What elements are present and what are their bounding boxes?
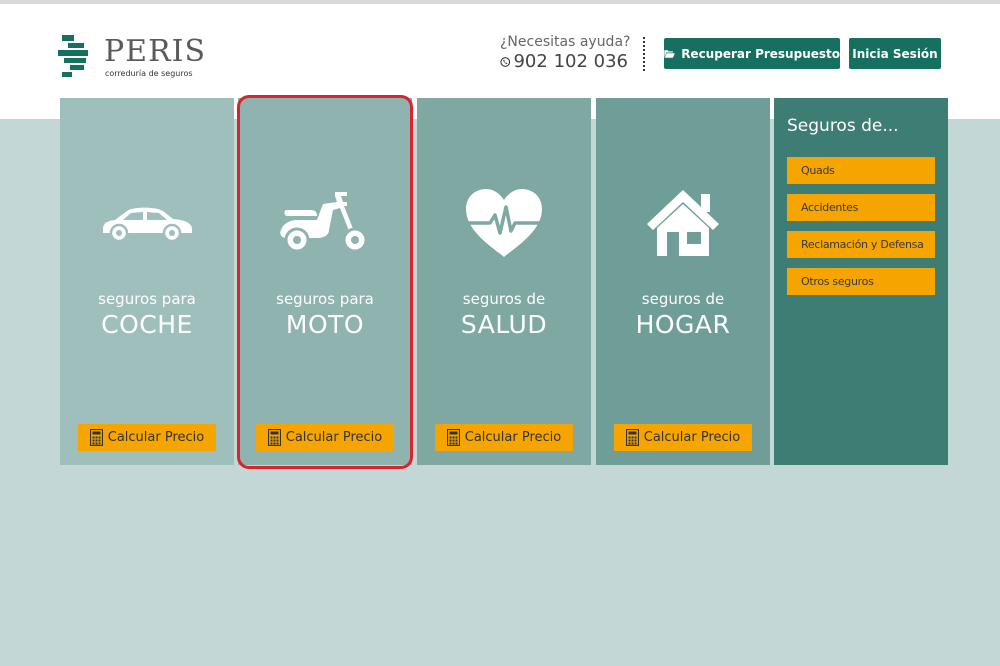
card-hogar-title: HOGAR bbox=[635, 310, 731, 339]
sidebar-link-otros[interactable]: Otros seguros bbox=[787, 268, 935, 295]
card-hogar-subtitle: seguros de bbox=[641, 290, 725, 308]
help-block: ¿Necesitas ayuda? 902 102 036 bbox=[500, 34, 631, 73]
phone-icon bbox=[500, 57, 511, 67]
card-coche[interactable]: seguros para COCHE Calcular Precio bbox=[60, 98, 234, 465]
brand-name: PERIS bbox=[104, 34, 207, 69]
header-divider bbox=[643, 37, 645, 71]
login-label: Inicia Sesión bbox=[852, 46, 938, 61]
card-salud-calc-button[interactable]: Calcular Precio bbox=[435, 424, 573, 451]
calculator-icon bbox=[625, 429, 639, 446]
recover-quote-button[interactable]: Recuperar Presupuesto bbox=[664, 38, 840, 69]
help-phone-number: 902 102 036 bbox=[513, 51, 628, 72]
brand-tagline: correduría de seguros bbox=[105, 69, 193, 78]
car-icon bbox=[103, 207, 192, 243]
peris-logo-mark-icon bbox=[58, 35, 88, 77]
sidebar-title: Seguros de... bbox=[787, 116, 899, 136]
card-coche-title: COCHE bbox=[101, 310, 193, 339]
sidebar-link-reclamacion[interactable]: Reclamación y Defensa bbox=[787, 231, 935, 258]
card-coche-calc-button[interactable]: Calcular Precio bbox=[78, 424, 216, 451]
highlight-annotation bbox=[237, 95, 413, 469]
card-hogar-calc-button[interactable]: Calcular Precio bbox=[614, 424, 752, 451]
card-hogar-icon-wrap bbox=[596, 178, 770, 268]
house-icon bbox=[647, 190, 719, 256]
folder-open-icon bbox=[664, 49, 675, 58]
card-coche-icon-wrap bbox=[60, 178, 234, 268]
help-question: ¿Necesitas ayuda? bbox=[500, 34, 631, 50]
card-hogar[interactable]: seguros de HOGAR Calcular Precio bbox=[596, 98, 770, 465]
recover-quote-label: Recuperar Presupuesto bbox=[681, 46, 840, 61]
card-salud[interactable]: seguros de SALUD Calcular Precio bbox=[417, 98, 591, 465]
card-salud-icon-wrap bbox=[417, 178, 591, 268]
help-phone-row[interactable]: 902 102 036 bbox=[500, 51, 628, 73]
peris-logo[interactable]: PERIS correduría de seguros bbox=[58, 33, 218, 83]
login-button[interactable]: Inicia Sesión bbox=[849, 38, 941, 69]
card-hogar-calc-label: Calcular Precio bbox=[643, 430, 741, 445]
sidebar-link-accidentes[interactable]: Accidentes bbox=[787, 194, 935, 221]
card-coche-calc-label: Calcular Precio bbox=[107, 430, 205, 445]
card-coche-subtitle: seguros para bbox=[98, 290, 196, 308]
sidebar-more-insurance: Seguros de... Quads Accidentes Reclamaci… bbox=[774, 98, 948, 465]
card-salud-calc-label: Calcular Precio bbox=[464, 430, 562, 445]
calculator-icon bbox=[89, 429, 103, 446]
card-salud-title: SALUD bbox=[460, 310, 548, 339]
calculator-icon bbox=[446, 429, 460, 446]
heart-pulse-icon bbox=[466, 189, 542, 257]
sidebar-link-quads[interactable]: Quads bbox=[787, 157, 935, 184]
card-salud-subtitle: seguros de bbox=[462, 290, 546, 308]
